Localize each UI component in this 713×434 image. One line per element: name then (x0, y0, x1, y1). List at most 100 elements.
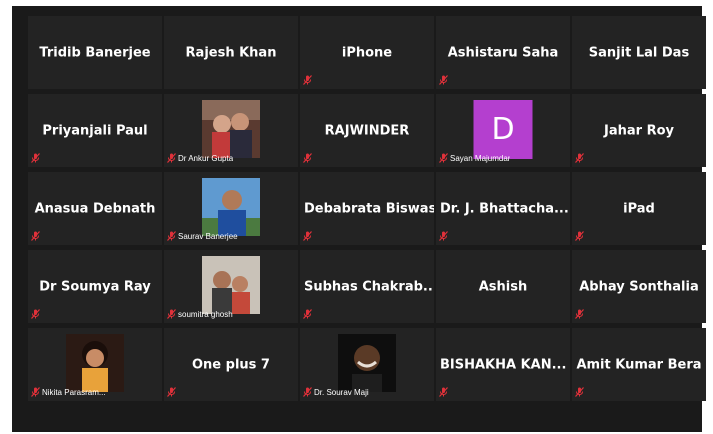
participant-tile[interactable]: Saurav Banerjee (164, 172, 298, 245)
participant-name: Abhay Sonthalia (579, 279, 699, 294)
mic-muted-icon (439, 387, 448, 397)
mic-muted-icon (575, 231, 584, 241)
mic-muted-icon (31, 231, 40, 241)
participant-label: Dr. Sourav Maji (314, 387, 369, 397)
tile-footer (439, 386, 448, 398)
participant-grid: Tridib Banerjee Rajesh Khan iPhone Ashistar… (28, 16, 706, 401)
participant-name: Sanjit Lal Das (588, 45, 690, 60)
participant-label: Sayan Majumdar (450, 153, 511, 163)
participant-video (202, 256, 260, 314)
tile-footer (439, 74, 448, 86)
tile-footer: Nikita Parasram... (31, 386, 106, 398)
gallery-view: Tridib Banerjee Rajesh Khan iPhone Ashistar… (12, 6, 706, 432)
mic-muted-icon (303, 387, 312, 397)
mic-muted-icon (575, 153, 584, 163)
participant-tile[interactable]: iPhone (300, 16, 434, 89)
tile-footer: Dr. Sourav Maji (303, 386, 369, 398)
participant-tile[interactable]: iPad (572, 172, 706, 245)
participant-tile[interactable]: BISHAKHA KAN... (436, 328, 570, 401)
participant-name: iPad (623, 201, 655, 216)
tile-footer (575, 152, 584, 164)
participant-name: Dr Soumya Ray (39, 279, 151, 294)
mic-muted-icon (303, 75, 312, 85)
tile-footer (575, 386, 584, 398)
mic-muted-icon (439, 75, 448, 85)
participant-name: Rajesh Khan (185, 45, 277, 60)
participant-name: Dr. J. Bhattacha... (440, 201, 569, 216)
mic-muted-icon (303, 153, 312, 163)
tile-footer (439, 230, 448, 242)
participant-name: Anasua Debnath (34, 201, 156, 216)
mic-muted-icon (167, 387, 176, 397)
participant-name: Subhas Chakrab... (304, 279, 434, 294)
participant-name: BISHAKHA KAN... (440, 357, 567, 372)
tile-footer (303, 152, 312, 164)
tile-footer (31, 152, 40, 164)
participant-tile[interactable]: Dr. Sourav Maji (300, 328, 434, 401)
participant-tile[interactable]: Subhas Chakrab... (300, 250, 434, 323)
participant-video (338, 334, 396, 392)
participant-name: Debabrata Biswas (304, 201, 434, 216)
participant-label: Saurav Banerjee (178, 231, 238, 241)
participant-tile[interactable]: Priyanjali Paul (28, 94, 162, 167)
participant-name: Ashish (478, 279, 528, 294)
tile-footer (167, 386, 176, 398)
mic-muted-icon (167, 309, 176, 319)
mic-muted-icon (439, 153, 448, 163)
participant-tile[interactable]: Rajesh Khan (164, 16, 298, 89)
tile-footer (575, 230, 584, 242)
mic-muted-icon (31, 387, 40, 397)
participant-label: Dr Ankur Gupta (178, 153, 234, 163)
participant-name: RAJWINDER (324, 123, 410, 138)
participant-tile[interactable]: Debabrata Biswas (300, 172, 434, 245)
participant-tile[interactable]: RAJWINDER (300, 94, 434, 167)
mic-muted-icon (575, 309, 584, 319)
participant-video (202, 178, 260, 236)
participant-name: Amit Kumar Bera (576, 357, 702, 372)
participant-tile[interactable]: One plus 7 (164, 328, 298, 401)
mic-muted-icon (303, 231, 312, 241)
mic-muted-icon (31, 153, 40, 163)
mic-muted-icon (167, 153, 176, 163)
participant-tile[interactable]: Ashistaru Saha (436, 16, 570, 89)
participant-name: Jahar Roy (604, 123, 674, 138)
participant-avatar: D (473, 100, 533, 159)
tile-footer (31, 230, 40, 242)
participant-tile[interactable]: D Sayan Majumdar (436, 94, 570, 167)
participant-name: iPhone (341, 45, 393, 60)
participant-tile[interactable]: Abhay Sonthalia (572, 250, 706, 323)
mic-muted-icon (439, 231, 448, 241)
participant-tile[interactable]: Jahar Roy (572, 94, 706, 167)
tile-footer: Dr Ankur Gupta (167, 152, 233, 164)
participant-name: Ashistaru Saha (447, 45, 559, 60)
participant-tile[interactable]: Dr. J. Bhattacha... (436, 172, 570, 245)
participant-tile[interactable]: Ashish (436, 250, 570, 323)
tile-footer (303, 230, 312, 242)
tile-footer (303, 308, 312, 320)
mic-muted-icon (167, 231, 176, 241)
participant-tile[interactable]: Anasua Debnath (28, 172, 162, 245)
participant-name: Priyanjali Paul (42, 123, 148, 138)
participant-tile[interactable]: Dr Ankur Gupta (164, 94, 298, 167)
participant-tile[interactable]: soumitra ghosh (164, 250, 298, 323)
tile-footer: Saurav Banerjee (167, 230, 238, 242)
tile-footer: Sayan Majumdar (439, 152, 510, 164)
participant-name: Tridib Banerjee (39, 45, 151, 60)
participant-tile[interactable]: Nikita Parasram... (28, 328, 162, 401)
mic-muted-icon (303, 309, 312, 319)
participant-video (202, 100, 260, 158)
tile-footer: soumitra ghosh (167, 308, 233, 320)
tile-footer (31, 308, 40, 320)
tile-footer (575, 308, 584, 320)
tile-footer (303, 74, 312, 86)
participant-video (66, 334, 124, 392)
participant-tile[interactable]: Dr Soumya Ray (28, 250, 162, 323)
participant-label: soumitra ghosh (178, 309, 233, 319)
participant-tile[interactable]: Tridib Banerjee (28, 16, 162, 89)
participant-label: Nikita Parasram... (42, 387, 106, 397)
participant-name: One plus 7 (192, 357, 270, 372)
mic-muted-icon (575, 387, 584, 397)
mic-muted-icon (31, 309, 40, 319)
participant-tile[interactable]: Amit Kumar Bera (572, 328, 706, 401)
participant-tile[interactable]: Sanjit Lal Das (572, 16, 706, 89)
